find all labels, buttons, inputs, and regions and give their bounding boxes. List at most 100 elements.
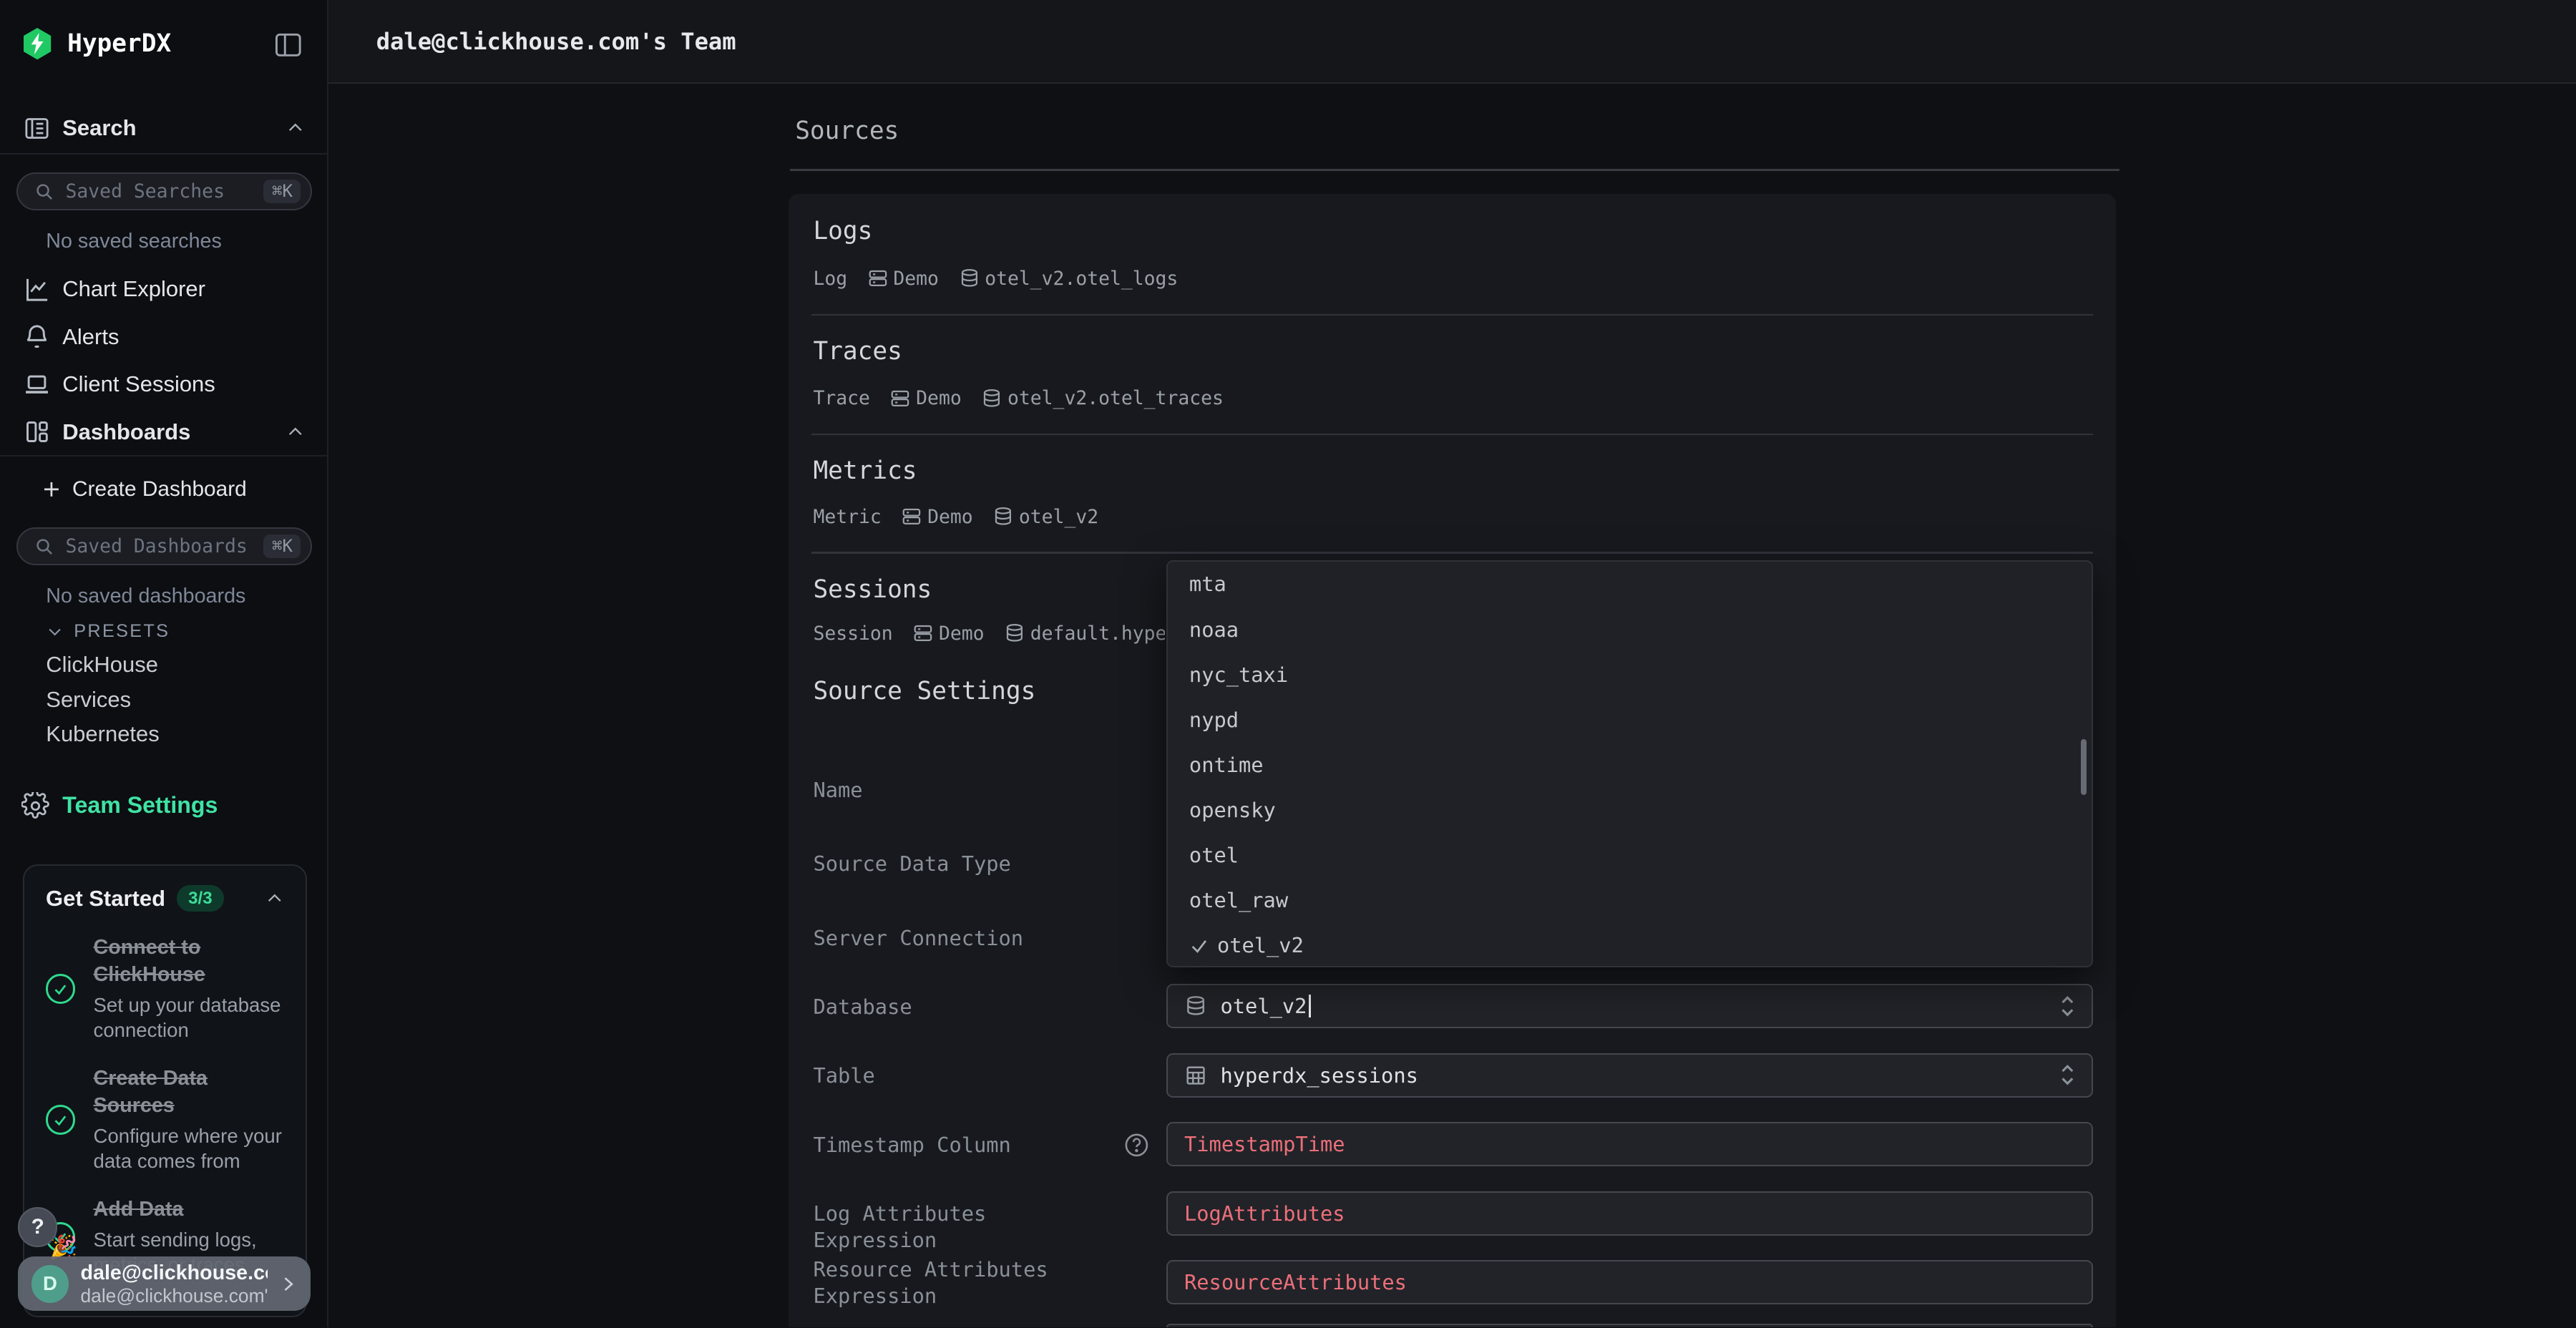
get-started-item-title: Add Data: [94, 1196, 285, 1224]
chevron-up-icon: [265, 889, 285, 909]
page-title: Sources: [795, 117, 899, 145]
log-attributes-label: Log Attributes Expression: [813, 1201, 1108, 1253]
database-label: Database: [813, 994, 1108, 1020]
get-started-header[interactable]: Get Started 3/3: [46, 885, 285, 912]
cmd-k-shortcut: ⌘K: [263, 534, 301, 558]
sidebar-collapse-icon[interactable]: [273, 29, 304, 61]
preset-clickhouse[interactable]: ClickHouse: [46, 652, 158, 678]
plus-icon: [41, 479, 62, 500]
laptop-icon: [23, 371, 51, 399]
get-started-item-connect[interactable]: Connect to ClickHouse Set up your databa…: [46, 934, 285, 1043]
dropdown-option-otel[interactable]: otel: [1168, 833, 2092, 878]
source-type: Trace: [813, 387, 869, 409]
timestamp-column-label: Timestamp Column: [813, 1132, 1108, 1158]
dropdown-scrollbar[interactable]: [2081, 739, 2087, 795]
source-settings-title: Source Settings: [813, 677, 1035, 706]
saved-searches-input[interactable]: Saved Searches ⌘K: [16, 172, 312, 210]
chevron-right-icon: [279, 1275, 297, 1293]
divider: [811, 434, 2093, 435]
source-connection: Demo: [927, 506, 973, 528]
text-cursor: [1309, 995, 1311, 1017]
sidebar-item-label: Dashboards: [62, 419, 190, 445]
select-chevrons-icon: [2060, 994, 2075, 1018]
presets-toggle[interactable]: PRESETS: [46, 621, 170, 642]
dropdown-option-otel-raw[interactable]: otel_raw: [1168, 878, 2092, 923]
database-icon: [981, 388, 1002, 409]
table-input[interactable]: hyperdx_sessions: [1166, 1053, 2093, 1098]
sidebar-item-alerts[interactable]: Alerts: [0, 318, 328, 355]
source-data-type-label: Source Data Type: [813, 851, 1108, 877]
sidebar-item-chart-explorer[interactable]: Chart Explorer: [0, 271, 328, 308]
preset-kubernetes[interactable]: Kubernetes: [46, 721, 159, 747]
dropdown-option-otel-v2-selected[interactable]: otel_v2: [1168, 923, 2092, 967]
dashboard-layout-icon: [23, 418, 51, 446]
dropdown-option-ontime[interactable]: ontime: [1168, 742, 2092, 787]
team-title: dale@clickhouse.com's Team: [376, 28, 736, 55]
log-attributes-value: LogAttributes: [1184, 1201, 1345, 1226]
help-tooltip-icon[interactable]: [1123, 1132, 1150, 1158]
dropdown-option-mta[interactable]: mta: [1168, 562, 2092, 607]
brand-logo[interactable]: HyperDX: [20, 26, 172, 61]
dropdown-option-nyc-taxi[interactable]: nyc_taxi: [1168, 652, 2092, 697]
chart-line-icon: [23, 275, 51, 303]
source-type: Metric: [813, 506, 881, 528]
divider: [811, 552, 2093, 553]
hyperdx-logo-icon: [20, 26, 54, 61]
resource-attributes-input[interactable]: ResourceAttributes: [1166, 1260, 2093, 1304]
check-circle-icon: [46, 1105, 75, 1134]
table-grid-icon: [1184, 1064, 1207, 1087]
search-panel-icon: [23, 114, 51, 142]
sidebar-item-label: Chart Explorer: [62, 276, 205, 302]
table-value: hyperdx_sessions: [1221, 1063, 1418, 1088]
user-email: dale@clickhouse.com: [80, 1261, 268, 1285]
chevron-down-icon: [46, 622, 64, 640]
get-started-item-title: Create Data Sources: [94, 1065, 285, 1120]
database-value: otel_v2: [1221, 994, 1307, 1018]
source-connection: Demo: [916, 387, 962, 409]
topbar: dale@clickhouse.com's Team: [328, 0, 2576, 84]
sidebar-item-search[interactable]: Search: [0, 110, 328, 147]
server-icon: [912, 622, 934, 644]
divider: [790, 169, 2119, 170]
user-menu[interactable]: D dale@clickhouse.com dale@clickhouse.co…: [18, 1256, 311, 1311]
get-started-item-create-sources[interactable]: Create Data Sources Configure where your…: [46, 1065, 285, 1173]
sidebar-item-team-settings[interactable]: Team Settings: [0, 788, 328, 825]
user-team: dale@clickhouse.com's: [80, 1285, 268, 1307]
divider: [0, 153, 328, 155]
check-circle-icon: [46, 974, 75, 1003]
dropdown-option-nypd[interactable]: nypd: [1168, 697, 2092, 742]
source-section-title-traces: Traces: [813, 337, 902, 366]
preset-services[interactable]: Services: [46, 687, 131, 713]
source-table: otel_v2.otel_traces: [1008, 387, 1224, 409]
sidebar-item-dashboards[interactable]: Dashboards: [0, 414, 328, 451]
saved-dashboards-input[interactable]: Saved Dashboards ⌘K: [16, 527, 312, 565]
resource-attributes-value: ResourceAttributes: [1184, 1270, 1407, 1294]
source-connection: Demo: [939, 622, 985, 645]
divider: [0, 455, 328, 456]
app-root: HyperDX Search Saved Searches ⌘K No save…: [0, 0, 2576, 1327]
name-label: Name: [813, 777, 1108, 804]
no-saved-searches-text: No saved searches: [46, 230, 222, 253]
saved-searches-placeholder: Saved Searches: [66, 180, 264, 202]
dropdown-option-noaa[interactable]: noaa: [1168, 607, 2092, 652]
sidebar: HyperDX Search Saved Searches ⌘K No save…: [0, 0, 328, 1327]
search-icon: [34, 537, 54, 557]
database-input[interactable]: otel_v2: [1166, 984, 2093, 1028]
help-button[interactable]: ?: [18, 1207, 57, 1246]
source-connection: Demo: [893, 268, 939, 290]
select-chevrons-icon: [2060, 1063, 2075, 1087]
database-icon: [1004, 622, 1025, 644]
chevron-up-icon: [286, 118, 306, 138]
server-icon: [901, 506, 922, 527]
source-type: Log: [813, 268, 847, 290]
no-saved-dashboards-text: No saved dashboards: [46, 585, 245, 608]
source-meta-metrics: Metric Demo otel_v2: [813, 504, 1098, 529]
log-attributes-input[interactable]: LogAttributes: [1166, 1191, 2093, 1236]
dropdown-option-opensky[interactable]: opensky: [1168, 788, 2092, 833]
source-meta-traces: Trace Demo otel_v2.otel_traces: [813, 386, 1223, 411]
brand-name: HyperDX: [67, 29, 171, 58]
sidebar-item-client-sessions[interactable]: Client Sessions: [0, 366, 328, 403]
source-section-title-logs: Logs: [813, 217, 872, 245]
create-dashboard-button[interactable]: Create Dashboard: [0, 472, 328, 508]
timestamp-column-input[interactable]: TimestampTime: [1166, 1122, 2093, 1166]
